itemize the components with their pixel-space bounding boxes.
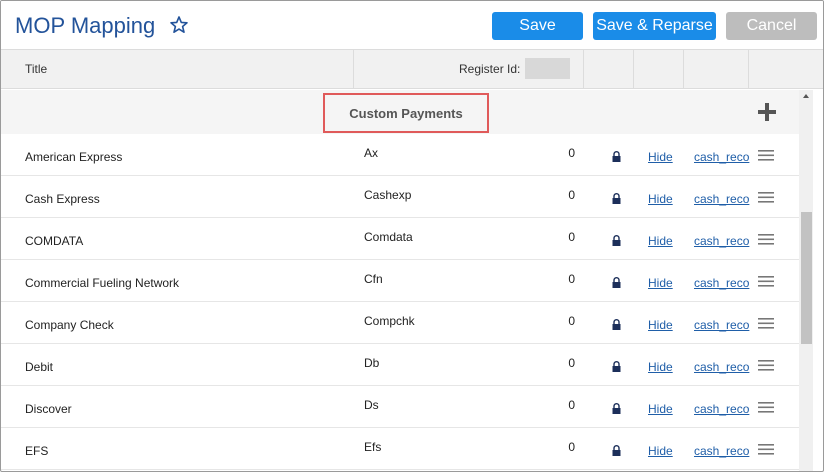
lock-icon	[612, 193, 621, 204]
hide-link[interactable]: Hide	[648, 276, 673, 290]
row-title: Cash Express	[25, 192, 100, 206]
star-outline-icon[interactable]	[169, 15, 189, 35]
scrollbar-thumb[interactable]	[801, 212, 812, 344]
mop-mapping-window: ' MOP Mapping Save Save & Reparse Cancel…	[0, 0, 824, 472]
row-count: 0	[568, 314, 575, 328]
row-count: 0	[568, 230, 575, 244]
register-id-value	[525, 58, 570, 79]
hide-link[interactable]: Hide	[648, 318, 673, 332]
save-reparse-button[interactable]: Save & Reparse	[593, 12, 716, 40]
plus-icon[interactable]	[757, 102, 777, 122]
hide-link[interactable]: Hide	[648, 234, 673, 248]
row-code: Comdata	[364, 230, 413, 244]
save-button[interactable]: Save	[492, 12, 583, 40]
table-row: Debit Db 0 Hide cash_reco	[1, 344, 799, 386]
scroll-up-arrow-icon[interactable]	[799, 92, 813, 102]
row-code: Efs	[364, 440, 382, 454]
hide-link[interactable]: Hide	[648, 360, 673, 374]
column-divider	[683, 50, 684, 88]
section-row: Custom Payments	[1, 90, 799, 134]
row-count: 0	[568, 398, 575, 412]
hide-link[interactable]: Hide	[648, 444, 673, 458]
table-row: COMDATA Comdata 0 Hide cash_reco	[1, 218, 799, 260]
lock-icon	[612, 361, 621, 372]
hide-link[interactable]: Hide	[648, 192, 673, 206]
row-count: 0	[568, 440, 575, 454]
cash-reco-link[interactable]: cash_reco	[694, 276, 749, 290]
column-title: Title	[25, 62, 48, 76]
table-row: Cash Express Cashexp 0 Hide cash_reco	[1, 176, 799, 218]
row-code: Db	[364, 356, 380, 370]
row-title: Commercial Fueling Network	[25, 276, 180, 290]
hamburger-menu-icon[interactable]	[758, 360, 774, 371]
table-row: American Express Ax 0 Hide cash_reco	[1, 134, 799, 176]
row-title: Discover	[25, 402, 72, 416]
column-divider	[353, 50, 354, 88]
column-header: Title Register Id:	[1, 49, 823, 89]
row-title: EFS	[25, 444, 49, 458]
cash-reco-link[interactable]: cash_reco	[694, 444, 749, 458]
cash-reco-link[interactable]: cash_reco	[694, 192, 749, 206]
cash-reco-link[interactable]: cash_reco	[694, 318, 749, 332]
row-count: 0	[568, 356, 575, 370]
table-row: Discover Ds 0 Hide cash_reco	[1, 386, 799, 428]
cash-reco-link[interactable]: cash_reco	[694, 360, 749, 374]
lock-icon	[612, 445, 621, 456]
lock-icon	[612, 319, 621, 330]
header: MOP Mapping Save Save & Reparse Cancel	[1, 1, 823, 49]
cash-reco-link[interactable]: cash_reco	[694, 150, 749, 164]
row-title: Debit	[25, 360, 54, 374]
cancel-button[interactable]: Cancel	[726, 12, 817, 40]
lock-icon	[612, 277, 621, 288]
hamburger-menu-icon[interactable]	[758, 402, 774, 413]
hamburger-menu-icon[interactable]	[758, 444, 774, 455]
row-code: Ax	[364, 146, 379, 160]
custom-payments-highlight: Custom Payments	[323, 93, 489, 133]
hamburger-menu-icon[interactable]	[758, 234, 774, 245]
row-code: Ds	[364, 398, 379, 412]
payment-list: American Express Ax 0 Hide cash_reco Cas…	[1, 134, 799, 471]
column-divider	[583, 50, 584, 88]
lock-icon	[612, 403, 621, 414]
lock-icon	[612, 151, 621, 162]
hide-link[interactable]: Hide	[648, 402, 673, 416]
row-count: 0	[568, 146, 575, 160]
hamburger-menu-icon[interactable]	[758, 318, 774, 329]
row-count: 0	[568, 188, 575, 202]
hamburger-menu-icon[interactable]	[758, 192, 774, 203]
hamburger-menu-icon[interactable]	[758, 276, 774, 287]
column-register-id: Register Id:	[459, 62, 521, 76]
hide-link[interactable]: Hide	[648, 150, 673, 164]
row-code: Cashexp	[364, 188, 412, 202]
section-label: Custom Payments	[349, 106, 463, 121]
table-row: Commercial Fueling Network Cfn 0 Hide ca…	[1, 260, 799, 302]
table-row: Company Check Compchk 0 Hide cash_reco	[1, 302, 799, 344]
cash-reco-link[interactable]: cash_reco	[694, 402, 749, 416]
row-code: Compchk	[364, 314, 415, 328]
row-title: American Express	[25, 150, 123, 164]
column-divider	[748, 50, 749, 88]
row-code: Cfn	[364, 272, 383, 286]
row-count: 0	[568, 272, 575, 286]
hamburger-menu-icon[interactable]	[758, 150, 774, 161]
row-title: Company Check	[25, 318, 114, 332]
page-title: MOP Mapping	[15, 13, 156, 38]
cash-reco-link[interactable]: cash_reco	[694, 234, 749, 248]
table-row: EFS Efs 0 Hide cash_reco	[1, 428, 799, 470]
row-title: COMDATA	[25, 234, 84, 248]
lock-icon	[612, 235, 621, 246]
column-divider	[633, 50, 634, 88]
